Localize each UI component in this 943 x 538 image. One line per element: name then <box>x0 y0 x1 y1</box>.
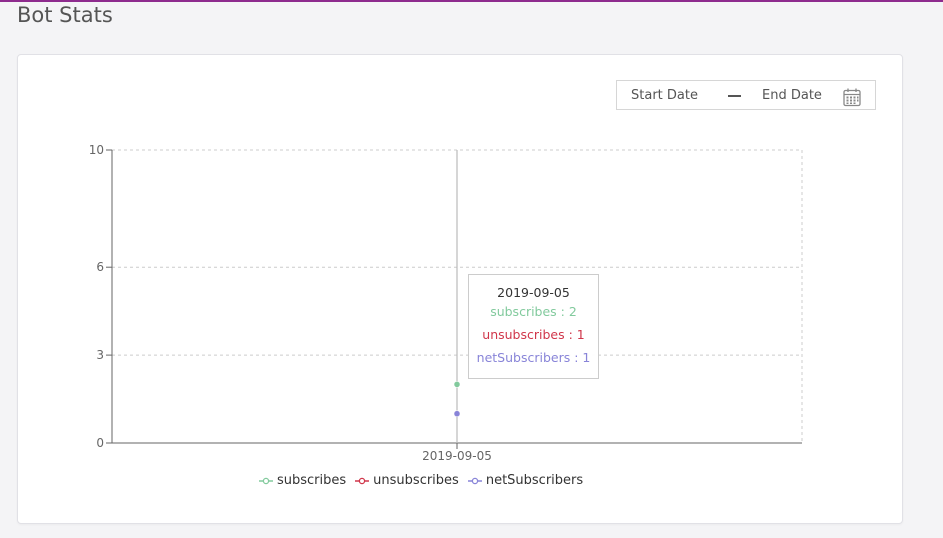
y-tick-label: 6 <box>96 260 104 274</box>
legend-marker-netsubscribers <box>467 477 482 484</box>
tooltip-unsubscribes: unsubscribes : 1 <box>482 327 585 342</box>
data-point-subscribes <box>453 381 461 388</box>
legend-marker-subscribes <box>259 477 273 484</box>
legend-marker-unsubscribes <box>355 477 370 484</box>
top-accent-bar <box>0 0 943 2</box>
tooltip-title: 2019-09-05 <box>497 285 570 300</box>
legend-item-subscribes[interactable]: subscribes <box>259 473 346 488</box>
tooltip-subscribes: subscribes : 2 <box>490 304 577 319</box>
y-tick-label: 0 <box>96 436 104 450</box>
chart-tooltip: 2019-09-05 subscribes : 2 unsubscribes :… <box>468 274 599 379</box>
y-tick-label: 10 <box>89 143 104 157</box>
tooltip-netsubscribers: netSubscribers : 1 <box>476 350 591 365</box>
x-tick-label: 2019-09-05 <box>422 449 492 463</box>
legend-label-unsubscribes: unsubscribes <box>373 473 459 488</box>
y-tick-label: 3 <box>96 348 104 362</box>
legend-label-netsubscribers: netSubscribers <box>485 473 584 488</box>
legend-item-unsubscribes[interactable]: unsubscribes <box>355 473 459 488</box>
legend-label-subscribes: subscribes <box>277 473 347 488</box>
data-point-netsubscribers <box>453 410 461 417</box>
chart-legend: subscribes unsubscribes netSubscribers <box>259 473 592 488</box>
stats-line-chart[interactable]: 0 3 6 10 2019-09-05 <box>18 55 902 495</box>
legend-item-netsubscribers[interactable]: netSubscribers <box>467 473 584 488</box>
page-title: Bot Stats <box>17 3 113 27</box>
stats-card: Start Date End Date 0 3 6 10 2019-09-05 2019… <box>17 54 903 524</box>
